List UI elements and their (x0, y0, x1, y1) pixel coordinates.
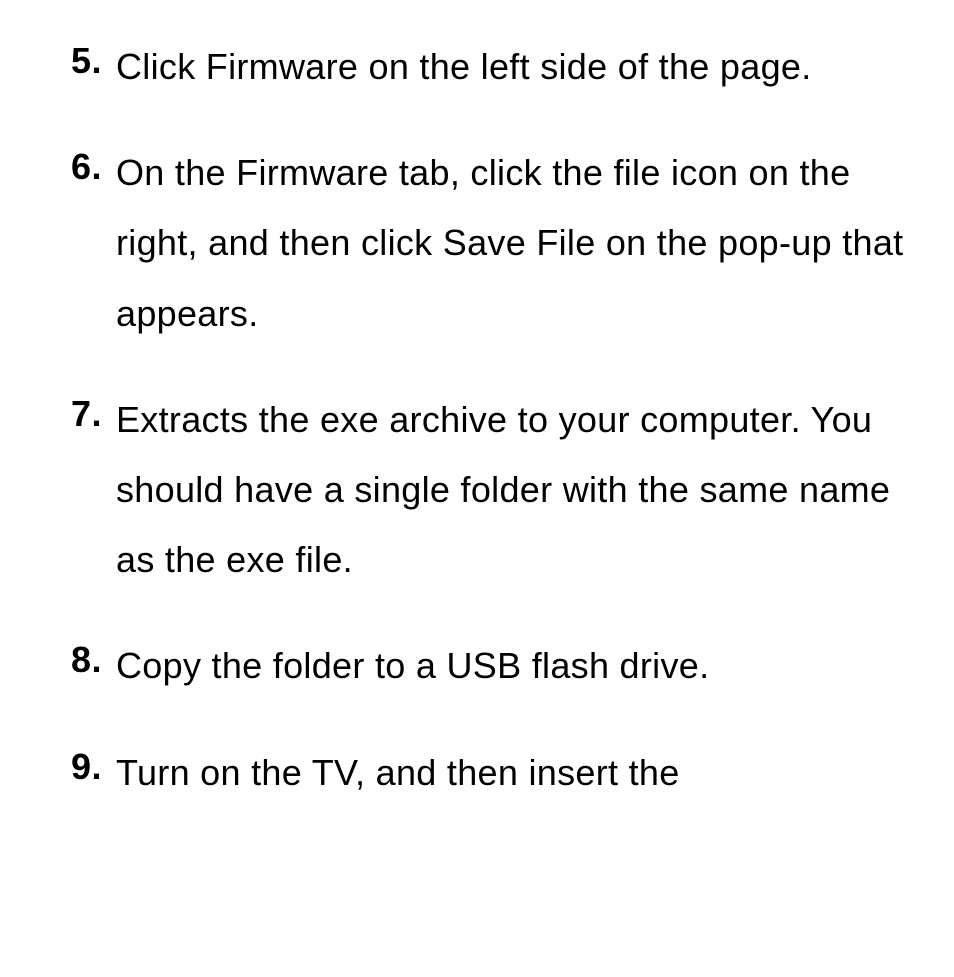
list-item: 6. On the Firmware tab, click the file i… (44, 138, 910, 349)
list-item: 5. Click Firmware on the left side of th… (44, 32, 910, 102)
item-marker: 5. (44, 32, 116, 90)
list-item: 9. Turn on the TV, and then insert the (44, 738, 910, 808)
item-marker: 9. (44, 738, 116, 796)
item-text: On the Firmware tab, click the file icon… (116, 138, 910, 349)
list-item: 8. Copy the folder to a USB flash drive. (44, 631, 910, 701)
item-text: Extracts the exe archive to your compute… (116, 385, 910, 596)
item-marker: 7. (44, 385, 116, 443)
item-text: Turn on the TV, and then insert the (116, 738, 910, 808)
list-item: 7. Extracts the exe archive to your comp… (44, 385, 910, 596)
item-text: Copy the folder to a USB flash drive. (116, 631, 910, 701)
instruction-page: 5. Click Firmware on the left side of th… (0, 0, 954, 808)
item-marker: 8. (44, 631, 116, 689)
numbered-list: 5. Click Firmware on the left side of th… (44, 32, 910, 808)
item-marker: 6. (44, 138, 116, 196)
item-text: Click Firmware on the left side of the p… (116, 32, 910, 102)
